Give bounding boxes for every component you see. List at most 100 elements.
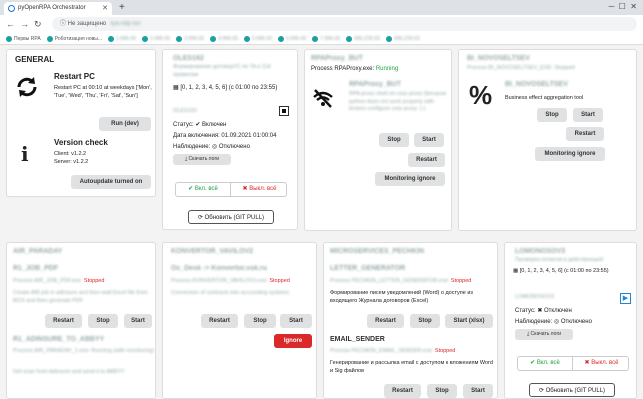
bookmark-item[interactable]: Роботизация новы... xyxy=(46,33,103,44)
air-r1-state: Stopped xyxy=(83,278,105,284)
bookmark-item[interactable]: Первы RPA xyxy=(6,33,41,44)
bookmark-label: 996-Z35-55 xyxy=(394,36,420,42)
address-bar-row: ← → ↻ ⓘ Не защищено rpa-vdp-55/ xyxy=(0,15,643,33)
bookmark-icon xyxy=(312,35,319,42)
play-button[interactable]: ▶ xyxy=(620,293,631,304)
konv-card: KONVERTOR_VAVILOV2 Oc_Desk -> Konvertor.… xyxy=(162,242,317,399)
konv-restart-button[interactable]: Restart xyxy=(201,314,238,328)
restart-desc: Restart PC at 00:10 at weekdays ['Mon', … xyxy=(54,85,152,99)
micro-es-title: EMAIL_SENDER xyxy=(330,336,385,343)
globe-icon xyxy=(8,5,15,12)
url-warning: Не защищено xyxy=(67,21,107,27)
bookmark-label: Первы RPA xyxy=(14,36,41,42)
forward-icon[interactable]: → xyxy=(20,18,29,30)
novo-start-button[interactable]: Start xyxy=(573,108,603,122)
rpaproxy-stop-button[interactable]: Stop xyxy=(379,133,409,147)
bookmark-item[interactable]: 2-996-55 xyxy=(142,33,171,44)
konv-stop-button[interactable]: Stop xyxy=(244,314,276,328)
micro-stop-button[interactable]: Stop xyxy=(410,314,440,328)
air-stop-button[interactable]: Stop xyxy=(88,314,118,328)
konv-start-button[interactable]: Start xyxy=(280,314,312,328)
bookmark-item[interactable]: 7-996-55 xyxy=(312,33,340,44)
bookmark-item[interactable]: 6-996-55 xyxy=(278,33,307,44)
lomo-monitor-val: Отключено xyxy=(560,319,592,325)
bookmark-label: 2-996-55 xyxy=(150,36,171,42)
lomo-off-all-label: Выкл. всё xyxy=(591,360,619,366)
stop-square-button[interactable] xyxy=(279,106,289,116)
micro-es-stop-button[interactable]: Stop xyxy=(427,384,457,398)
x-icon: ✖ xyxy=(537,308,543,314)
new-tab-icon[interactable]: + xyxy=(119,1,125,14)
bookmark-item[interactable]: 5-996-55 xyxy=(244,33,272,44)
off-all-button[interactable]: ✖ Выкл. всё xyxy=(232,183,287,196)
bookmark-label: Роботизация новы... xyxy=(54,36,103,42)
micro-lg-title: LETTER_GENERATOR xyxy=(330,265,406,272)
micro-lg-proc: Process PECHKIN_LETTER_GENERATOR.exe: xyxy=(330,278,451,284)
bookmark-label: 6-996-55 xyxy=(286,36,307,42)
rpaproxy-title: RPAProxy_BUT xyxy=(311,55,363,62)
url-input[interactable]: ⓘ Не защищено rpa-vdp-55/ xyxy=(52,17,637,31)
reload-icon[interactable]: ↻ xyxy=(34,18,42,30)
bookmark-icon xyxy=(346,35,353,42)
micro-es-restart-button[interactable]: Restart xyxy=(384,384,421,398)
tab-title: pyOpenRPA Orchestrator xyxy=(18,5,86,11)
lomo-off-all-button[interactable]: ✖ Выкл. всё xyxy=(574,357,629,370)
on-all-button[interactable]: ✔ Вкл. всё xyxy=(176,183,231,196)
bookmarks-bar: Первы RPA Роботизация новы... 1-996-55 2-99… xyxy=(0,33,643,45)
lomo-card: LOMONOSOV3 Проверка полисов в действующе… xyxy=(504,242,637,399)
lomo-sub: Проверка полисов в действующей xyxy=(515,257,604,263)
micro-restart-button[interactable]: Restart xyxy=(367,314,404,328)
novo-monitoring-button[interactable]: Monitoring ignore xyxy=(535,147,605,161)
bookmark-label: 1-996-55 xyxy=(116,36,137,42)
air-r1-title: R1_JOB_PDF xyxy=(13,265,59,272)
micro-lg-desc: Формирование писем уведомлений (Word) о … xyxy=(330,290,473,304)
micro-lg-state: Stopped xyxy=(450,278,472,284)
lomo-git-pull-button[interactable]: ⟳ Обновить (GIT PULL) xyxy=(529,383,615,397)
run-dev-button[interactable]: Run (dev) xyxy=(99,117,151,131)
rpaproxy-monitoring-button[interactable]: Monitoring ignore xyxy=(375,172,445,186)
air-r1-process: Process AIR_JOB_PDF.exe: Stopped xyxy=(13,278,104,286)
micro-es-proc: Process PECHKIN_EMAIL_SENDER.exe: xyxy=(330,348,435,354)
air-start-button[interactable]: Start xyxy=(124,314,152,328)
bookmark-item[interactable]: 1-996-55 xyxy=(108,33,137,44)
konv-name: Oc_Desk -> Konvertor.vsk.ru xyxy=(171,265,267,272)
oles-monitor-val: Отключено xyxy=(218,144,250,150)
autoupdate-button[interactable]: Autoupdate turned on xyxy=(71,175,151,189)
bookmark-icon xyxy=(142,35,149,42)
novo-restart-button[interactable]: Restart xyxy=(566,127,604,141)
micro-es-start-button[interactable]: Start xyxy=(463,384,493,398)
lomo-download-button[interactable]: ⤓ Скачать логи xyxy=(515,329,573,340)
lomo-on-all-button[interactable]: ✔ Вкл. всё xyxy=(518,357,573,370)
browser-tab[interactable]: pyOpenRPA Orchestrator ✕ xyxy=(4,2,112,15)
oles-date-val: 01.09.2021 01:00:04 xyxy=(221,133,277,139)
git-pull-button[interactable]: ⟳ Обновить (GIT PULL) xyxy=(188,210,274,224)
bookmark-icon xyxy=(108,35,115,42)
bookmark-item[interactable]: 4-996-55 xyxy=(210,33,238,44)
refresh-icon: ⟳ xyxy=(538,388,546,394)
novo-card: BI_NOVOSELTSEV Process BI_NOVOSELTSEV_EX… xyxy=(458,49,637,231)
bookmark-label: 3-996-55 xyxy=(184,36,205,42)
back-icon[interactable]: ← xyxy=(6,18,15,30)
micro-es-state: Stopped xyxy=(434,348,456,354)
konv-ignore-button[interactable]: Ignore xyxy=(274,334,312,348)
air-restart-button[interactable]: Restart xyxy=(45,314,82,328)
server-version: Server: v1.2.2 xyxy=(54,159,89,165)
bookmark-icon xyxy=(278,35,285,42)
micro-start-xlsx-button[interactable]: Start (xlsx) xyxy=(445,314,493,328)
rpaproxy-restart-button[interactable]: Restart xyxy=(408,153,445,167)
lomo-git-pull-label: Обновить (GIT PULL) xyxy=(545,388,606,394)
download-label: Скачать логи xyxy=(188,156,220,162)
rpaproxy-start-button[interactable]: Start xyxy=(414,133,444,147)
bookmark-icon xyxy=(6,35,12,42)
novo-stop-button[interactable]: Stop xyxy=(537,108,567,122)
bookmark-item[interactable]: 996-Z35-55 xyxy=(386,33,420,44)
close-tab-icon[interactable]: ✕ xyxy=(102,2,108,15)
novo-name: BI_NOVOSELTSEV xyxy=(505,81,568,88)
download-logs-button[interactable]: ⤓ Скачать логи xyxy=(173,154,231,165)
process-name: RPAProxy.exe xyxy=(334,66,373,72)
bookmark-item[interactable]: 3-996-55 xyxy=(176,33,205,44)
lomo-download-label: Скачать логи xyxy=(530,331,562,337)
restart-icon xyxy=(17,77,37,97)
bookmark-item[interactable]: 996-Z35-55 xyxy=(346,33,380,44)
window-controls[interactable]: ─ ☐ ✕ xyxy=(609,1,637,13)
